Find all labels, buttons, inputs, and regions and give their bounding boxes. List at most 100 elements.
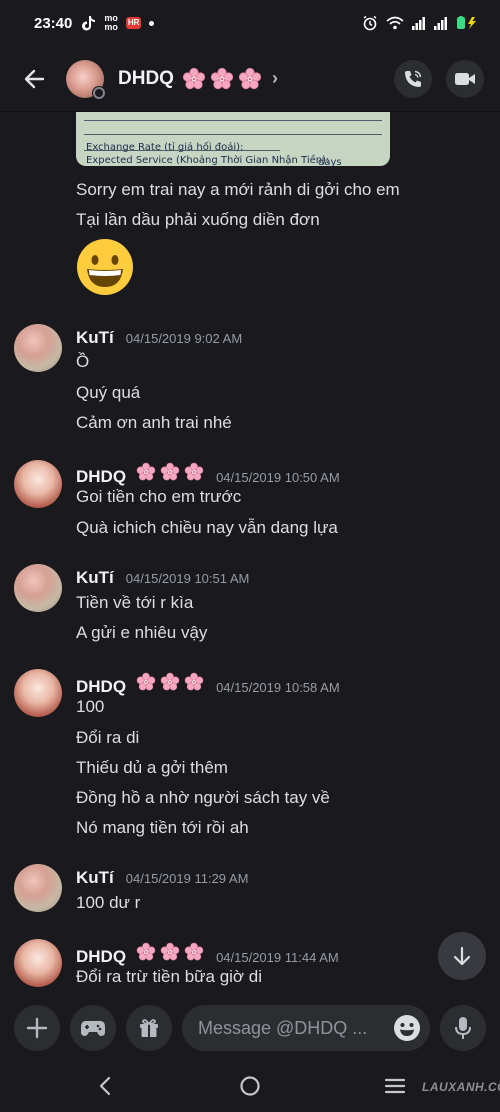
attachment-text: days	[318, 157, 342, 166]
message-text[interactable]: A gửi e nhiêu vậy	[76, 623, 207, 643]
message-text[interactable]: Goi tiền cho em trước	[76, 487, 241, 507]
timestamp: 04/15/2019 11:29 AM	[125, 871, 249, 886]
add-attachment-button[interactable]	[14, 1005, 60, 1051]
video-call-button[interactable]	[446, 59, 484, 98]
cherry-blossom-icon	[182, 67, 206, 89]
timestamp: 04/15/2019 10:50 AM	[216, 470, 340, 485]
message-input[interactable]	[198, 1017, 392, 1039]
avatar[interactable]	[14, 669, 62, 717]
username[interactable]: DHDQ	[76, 467, 126, 487]
cherry-blossom-icons	[182, 67, 262, 91]
cherry-blossom-icon	[136, 462, 156, 481]
message-text[interactable]: Đổi ra di	[76, 728, 139, 748]
message-header: KuTí 04/15/2019 9:02 AM	[76, 328, 242, 348]
cherry-blossom-icon	[160, 672, 180, 691]
cherry-blossom-icon	[136, 672, 156, 691]
jump-to-latest-button[interactable]	[438, 932, 486, 980]
chevron-left-icon	[99, 1076, 111, 1096]
message-text[interactable]: Sorry em trai nay a mới rảnh di gởi cho …	[76, 180, 400, 200]
attachment-text: Exchange Rate (tỉ giá hối đoái):	[86, 142, 244, 153]
menu-lines-icon	[384, 1078, 406, 1094]
avatar[interactable]	[66, 59, 106, 100]
voice-call-button[interactable]	[394, 59, 432, 98]
status-time: 23:40	[34, 14, 73, 32]
arrow-down-icon	[453, 946, 471, 966]
gift-icon	[140, 1019, 158, 1037]
signal-icon	[434, 16, 448, 30]
app-badge-icon: HR	[125, 17, 142, 29]
timestamp: 04/15/2019 9:02 AM	[125, 331, 243, 346]
cherry-blossom-icons	[136, 462, 204, 482]
phone-call-icon	[405, 70, 422, 87]
avatar[interactable]	[14, 564, 62, 612]
dot-icon	[149, 20, 155, 26]
video-call-icon	[455, 72, 475, 85]
cherry-blossom-icon	[160, 942, 180, 961]
message-list[interactable]: Exchange Rate (tỉ giá hối đoái): Expecte…	[0, 112, 500, 996]
timestamp: 04/15/2019 10:58 AM	[216, 680, 340, 695]
chevron-right-icon: ›	[271, 68, 278, 88]
username[interactable]: DHDQ	[76, 947, 126, 967]
microphone-icon	[455, 1017, 471, 1039]
cherry-blossom-icons	[136, 672, 204, 692]
emoji-icon	[394, 1015, 420, 1041]
timestamp: 04/15/2019 10:51 AM	[125, 571, 250, 586]
chat-header: DHDQ ›	[0, 46, 500, 112]
avatar[interactable]	[14, 324, 62, 372]
cherry-blossom-icon	[210, 67, 234, 89]
message-text[interactable]: Tiền về tới r kìa	[76, 593, 193, 613]
contact-name-text: DHDQ	[118, 67, 174, 89]
back-button[interactable]	[18, 62, 52, 96]
username[interactable]: KuTí	[76, 868, 114, 888]
username[interactable]: KuTí	[76, 328, 114, 348]
message-text[interactable]: Tại lần dầu phải xuống diền đơn	[76, 210, 320, 230]
gamepad-icon	[81, 1021, 105, 1036]
watermark: LAUXANH.CC	[422, 1080, 500, 1094]
image-attachment[interactable]: Exchange Rate (tỉ giá hối đoái): Expecte…	[76, 112, 390, 166]
message-header: DHDQ 04/15/2019 10:58 AM	[76, 672, 340, 697]
arrow-left-icon	[24, 69, 45, 88]
cherry-blossom-icon	[160, 462, 180, 481]
emoji-button[interactable]	[392, 1013, 422, 1043]
cherry-blossom-icons	[136, 942, 204, 962]
gift-button[interactable]	[126, 1005, 172, 1051]
signal-icon	[412, 16, 426, 30]
message-input-container	[182, 1005, 430, 1051]
message-text[interactable]: Cảm ơn anh trai nhé	[76, 413, 232, 433]
offline-status-icon	[92, 85, 106, 100]
message-text[interactable]: Đồng hồ a nhờ người sách tay về	[76, 788, 330, 808]
cherry-blossom-icon	[184, 462, 204, 481]
message-text[interactable]: Ồ	[76, 352, 89, 372]
message-composer	[0, 996, 500, 1060]
avatar[interactable]	[14, 864, 62, 912]
tiktok-icon	[82, 15, 96, 31]
grinning-face-emoji-icon[interactable]	[76, 238, 134, 296]
cherry-blossom-icon	[136, 942, 156, 961]
message-text[interactable]: Thiếu dủ a gởi thêm	[76, 758, 228, 778]
system-nav-bar: LAUXANH.CC	[0, 1060, 500, 1112]
contact-name[interactable]: DHDQ ›	[118, 67, 278, 91]
message-text[interactable]: Nó mang tiền tới rồi ah	[76, 818, 249, 838]
message-text[interactable]: Quý quá	[76, 383, 140, 403]
message-text[interactable]: Đổi ra trừ tiền bữa giờ di	[76, 967, 262, 987]
nav-recents-button[interactable]	[383, 1074, 407, 1098]
message-header: DHDQ 04/15/2019 11:44 AM	[76, 942, 339, 967]
cherry-blossom-icon	[184, 942, 204, 961]
battery-charging-icon	[456, 16, 478, 30]
status-bar: 23:40 mo mo HR	[0, 0, 500, 46]
nav-home-button[interactable]	[238, 1074, 262, 1098]
voice-message-button[interactable]	[440, 1005, 486, 1051]
avatar[interactable]	[14, 460, 62, 508]
momo-icon: mo mo	[104, 13, 118, 32]
activities-button[interactable]	[70, 1005, 116, 1051]
message-text[interactable]: Quà ichich chiều nay vẫn dang lựa	[76, 518, 338, 538]
username[interactable]: DHDQ	[76, 677, 126, 697]
cherry-blossom-icon	[238, 67, 262, 89]
wifi-icon	[386, 16, 404, 30]
message-text[interactable]: 100	[76, 697, 104, 717]
alarm-icon	[362, 15, 378, 31]
message-text[interactable]: 100 dư r	[76, 893, 140, 913]
avatar[interactable]	[14, 939, 62, 987]
nav-back-button[interactable]	[93, 1074, 117, 1098]
username[interactable]: KuTí	[76, 568, 114, 588]
